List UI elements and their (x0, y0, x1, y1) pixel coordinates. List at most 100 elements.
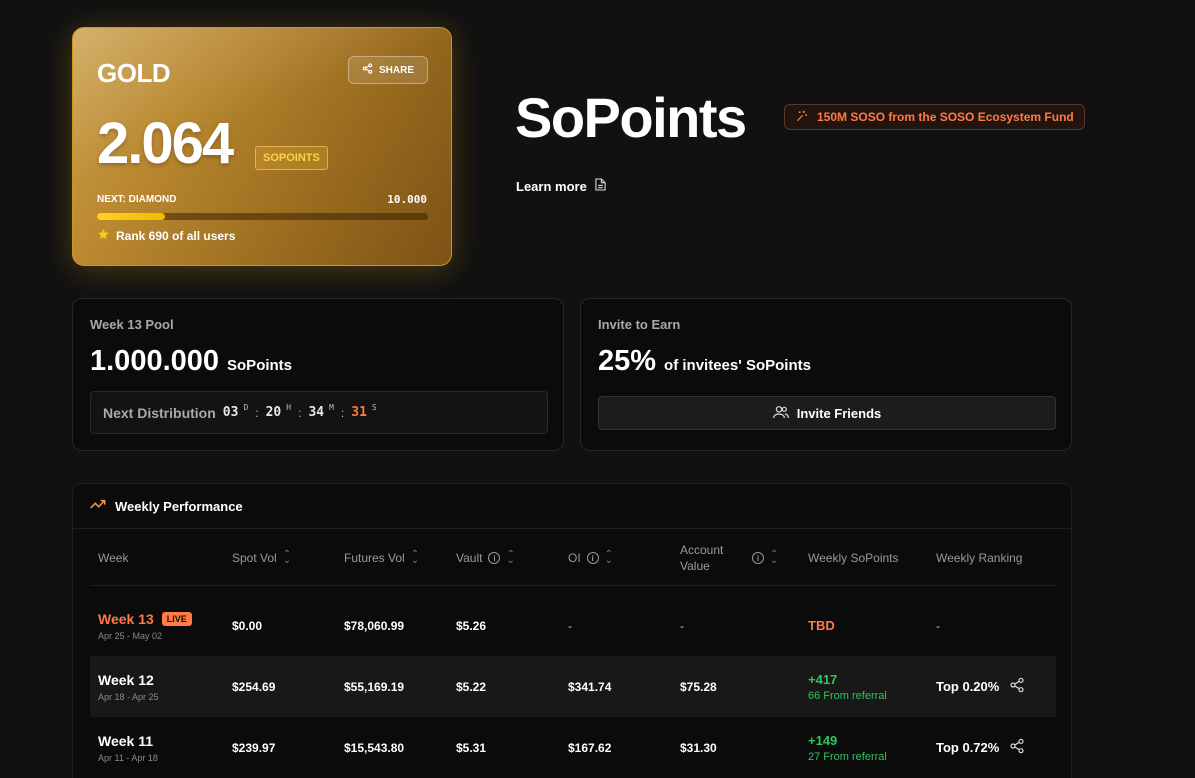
performance-header: Weekly Performance (73, 484, 1071, 529)
invite-percent: 25% (598, 345, 657, 377)
column-header-oi[interactable]: OI i ⌃ ⌄ (568, 530, 613, 586)
next-tier-label: NEXT: DIAMOND (97, 194, 177, 205)
column-label: Vault (456, 551, 483, 565)
next-tier-threshold: 10.000 (387, 193, 427, 206)
invite-friends-button[interactable]: Invite Friends (598, 396, 1056, 430)
column-header-spot-vol[interactable]: Spot Vol ⌃ ⌄ (232, 530, 291, 586)
invite-title: Invite to Earn (598, 317, 681, 332)
share-icon (362, 63, 373, 77)
star-icon (97, 228, 110, 244)
invite-friends-label: Invite Friends (796, 405, 882, 421)
week-label: Week 13 LIVE (98, 611, 192, 627)
users-icon (772, 405, 789, 422)
table-header-row: Week Spot Vol ⌃ ⌄ Futures Vol ⌃ ⌄ Vault i … (90, 530, 1056, 586)
learn-more-link[interactable]: Learn more (516, 178, 606, 194)
share-label: SHARE (378, 64, 414, 76)
cell-weekly-sopoints: +149 27 From referral (808, 717, 887, 778)
document-icon (595, 178, 606, 194)
live-badge: LIVE (161, 611, 192, 626)
share-icon[interactable] (1009, 738, 1025, 757)
countdown-minutes-unit: M (329, 403, 334, 412)
tier-name: GOLD (97, 58, 171, 88)
column-header-vault[interactable]: Vault i ⌃ ⌄ (456, 530, 515, 586)
cell-spot-vol: $0.00 (232, 618, 263, 633)
week-range: Apr 11 - Apr 18 (98, 752, 158, 763)
table-row: Week 11 Apr 11 - Apr 18 $239.97 $15,543.… (90, 717, 1056, 778)
page-title: SoPoints (515, 86, 747, 149)
cell-spot-vol: $254.69 (232, 679, 276, 694)
week-range: Apr 18 - Apr 25 (98, 691, 159, 702)
rank-text: Rank 690 of all users (116, 229, 236, 243)
cell-account-value: - (680, 618, 684, 633)
cell-week: Week 12 Apr 18 - Apr 25 (98, 656, 159, 717)
countdown-hours: 20 (265, 405, 282, 420)
countdown-separator: : (340, 405, 345, 420)
sort-icon[interactable]: ⌃ ⌄ (770, 550, 778, 566)
column-header-futures-vol[interactable]: Futures Vol ⌃ ⌄ (344, 530, 419, 586)
fund-badge: 150M SOSO from the SOSO Ecosystem Fund (784, 104, 1085, 130)
learn-more-label: Learn more (516, 178, 587, 194)
cell-vault: $5.31 (456, 740, 487, 755)
tier-progress-fill (97, 213, 166, 220)
info-icon[interactable]: i (488, 552, 501, 564)
cell-spot-vol: $239.97 (232, 740, 276, 755)
invite-reward-line: 25% of invitees' SoPoints (598, 345, 811, 378)
points-total: 2.064 (97, 111, 234, 176)
column-label: OI (568, 551, 581, 565)
cell-weekly-ranking: Top 0.72% (936, 717, 1025, 778)
pool-unit: SoPoints (227, 357, 293, 374)
cell-oi: - (568, 618, 572, 633)
week-range: Apr 25 - May 02 (98, 630, 163, 641)
tier-card: GOLD SHARE 2.064 SOPOINTS NEXT: DIAMOND … (72, 27, 452, 266)
week-pool-card: Week 13 Pool 1.000.000 SoPoints Next Dis… (72, 298, 564, 451)
distribution-label: Next Distribution (103, 404, 216, 421)
countdown-seconds: 31 (351, 405, 367, 420)
sort-icon[interactable]: ⌃ ⌄ (506, 550, 514, 566)
week-name: Week 12 (98, 671, 154, 688)
cell-week: Week 11 Apr 11 - Apr 18 (98, 717, 158, 778)
countdown-days-unit: D (243, 403, 249, 412)
share-button[interactable]: SHARE (348, 56, 428, 84)
referral-points: 27 From referral (808, 750, 887, 763)
next-distribution-countdown: Next Distribution 03 D : 20 H : 34 M : 3… (90, 391, 548, 434)
info-icon[interactable]: i (586, 552, 599, 564)
points-unit-tag: SOPOINTS (255, 146, 328, 170)
cell-oi: $341.74 (568, 679, 612, 694)
countdown-hours-unit: H (286, 403, 292, 412)
cell-weekly-sopoints: TBD (808, 595, 835, 656)
info-icon[interactable]: i (752, 552, 764, 564)
cell-futures-vol: $55,169.19 (344, 679, 405, 694)
column-label: Weekly SoPoints (808, 551, 899, 565)
sopoints-value: +149 (808, 732, 838, 748)
trending-up-icon (90, 497, 106, 515)
column-header-weekly-ranking: Weekly Ranking (936, 530, 1022, 586)
countdown-separator: : (298, 405, 302, 420)
fund-badge-text: 150M SOSO from the SOSO Ecosystem Fund (817, 110, 1074, 124)
column-label: Week (98, 551, 129, 565)
table-row: Week 12 Apr 18 - Apr 25 $254.69 $55,169.… (90, 656, 1056, 717)
column-header-account-value[interactable]: Account Value i ⌃ ⌄ (680, 530, 792, 586)
sopoints-value: TBD (808, 618, 835, 633)
rank-line: Rank 690 of all users (97, 228, 235, 244)
cell-futures-vol: $78,060.99 (344, 618, 405, 633)
pool-title: Week 13 Pool (90, 317, 174, 332)
cell-weekly-ranking: - (936, 618, 940, 633)
countdown-separator: : (255, 405, 259, 420)
cell-weekly-ranking: Top 0.20% (936, 656, 1025, 717)
share-icon[interactable] (1009, 677, 1025, 696)
tier-progress-bar (97, 213, 428, 220)
cell-oi: $167.62 (568, 740, 612, 755)
week-name: Week 13 (98, 610, 154, 627)
sort-icon[interactable]: ⌃ ⌄ (283, 550, 291, 566)
cell-week: Week 13 LIVE Apr 25 - May 02 (98, 595, 192, 656)
countdown-seconds-unit: S (371, 403, 377, 412)
referral-points: 66 From referral (808, 689, 887, 702)
invite-reward-text: of invitees' SoPoints (664, 357, 811, 374)
cell-futures-vol: $15,543.80 (344, 740, 405, 755)
pool-amount-line: 1.000.000 SoPoints (90, 345, 292, 378)
column-label: Spot Vol (232, 551, 277, 565)
countdown-days: 03 (222, 405, 239, 420)
countdown-minutes: 34 (308, 405, 325, 420)
sort-icon[interactable]: ⌃ ⌄ (605, 550, 613, 566)
sort-icon[interactable]: ⌃ ⌄ (411, 550, 419, 566)
